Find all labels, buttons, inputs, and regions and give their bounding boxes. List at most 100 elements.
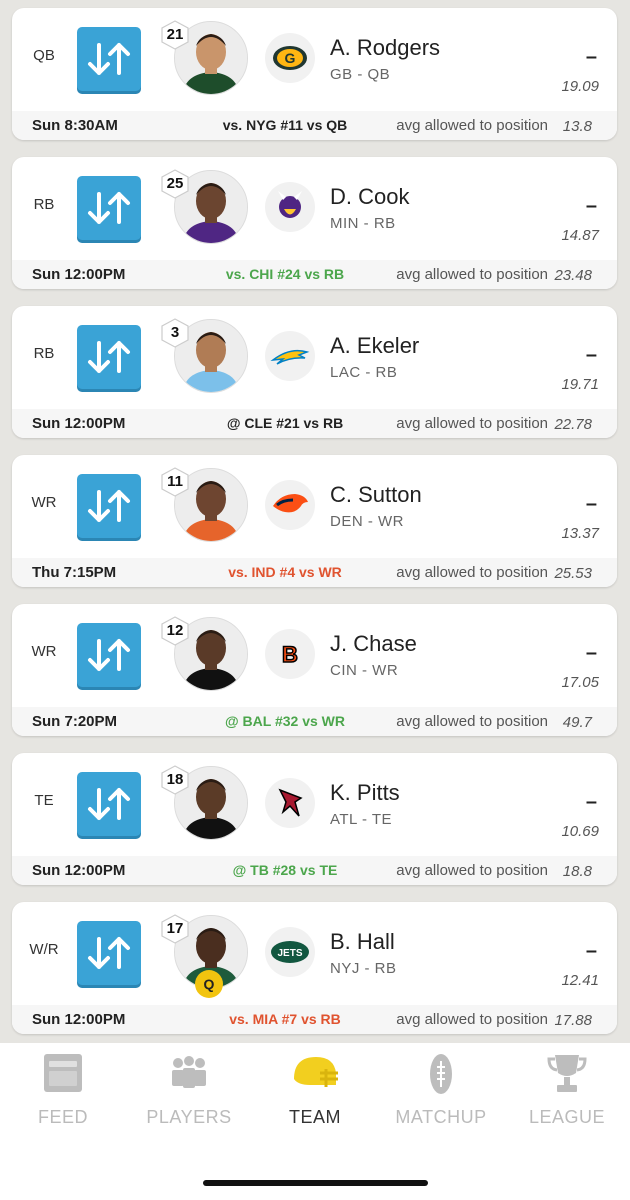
game-time: Sun 7:20PM: [32, 713, 118, 730]
opponent-matchup: vs. MIA #7 vs RB: [229, 1011, 341, 1027]
slot-label: QB: [33, 47, 55, 64]
actual-points: –: [585, 493, 597, 515]
player-card-main: WR 11 C. Sutton DEN - WR – 13.37: [12, 455, 617, 558]
rank-number: 3: [170, 324, 180, 341]
swap-player-button[interactable]: [77, 474, 141, 538]
player-name[interactable]: J. Chase: [330, 631, 417, 657]
matchup-row: Sun 12:00PM @ TB #28 vs TE avg allowed to …: [12, 856, 617, 885]
avg-allowed-value: 18.8: [562, 863, 592, 880]
player-name[interactable]: A. Rodgers: [330, 35, 440, 61]
opponent-matchup: vs. IND #4 vs WR: [228, 564, 342, 580]
player-card[interactable]: WR 11 C. Sutton DEN - WR – 13.37 Thu 7:15PM vs.…: [12, 455, 617, 587]
avg-allowed-label: avg allowed to position: [396, 1011, 548, 1028]
player-name[interactable]: B. Hall: [330, 929, 395, 955]
slot-label: RB: [33, 345, 55, 362]
tab-league[interactable]: LEAGUE: [504, 1043, 630, 1153]
player-card[interactable]: TE 18 K. Pitts ATL - TE – 10.69 Sun 12:00PM @ T…: [12, 753, 617, 885]
rank-number: 11: [167, 473, 183, 490]
slot-label: RB: [33, 196, 55, 213]
avg-allowed-label: avg allowed to position: [396, 117, 548, 134]
player-team-position: ATL - TE: [330, 811, 393, 828]
game-time: Thu 7:15PM: [32, 564, 117, 581]
tab-matchup[interactable]: MATCHUP: [378, 1043, 504, 1153]
actual-points: –: [585, 791, 597, 813]
player-name[interactable]: A. Ekeler: [330, 333, 419, 359]
player-card[interactable]: W/R 17 Q JETS B. Hall NYJ - RB – 12.41 Sun 12:00…: [12, 902, 617, 1034]
projected-points: 14.87: [561, 227, 599, 244]
player-card-main: QB 21 G A. Rodgers GB - QB – 19.09: [12, 8, 617, 111]
avg-allowed-value: 25.53: [554, 565, 592, 582]
game-time: Sun 8:30AM: [32, 117, 118, 134]
vikings-logo-icon: [265, 182, 315, 232]
home-indicator: [203, 1180, 428, 1186]
player-team-position: NYJ - RB: [330, 960, 397, 977]
player-card[interactable]: QB 21 G A. Rodgers GB - QB – 19.09 Sun 8:30AM vs…: [12, 8, 617, 140]
tab-team[interactable]: TEAM: [252, 1043, 378, 1153]
swap-player-button[interactable]: [77, 623, 141, 687]
rank-badge: 21: [160, 20, 190, 50]
projected-points: 12.41: [561, 972, 599, 989]
tab-label: LEAGUE: [528, 1107, 606, 1127]
slot-label: TE: [34, 792, 54, 809]
player-name[interactable]: K. Pitts: [330, 780, 400, 806]
player-team-position: LAC - RB: [330, 364, 398, 381]
player-name[interactable]: C. Sutton: [330, 482, 422, 508]
avg-allowed-value: 23.48: [554, 267, 592, 284]
tab-label: MATCHUP: [395, 1107, 487, 1127]
rank-badge: 25: [160, 169, 190, 199]
player-card-main: W/R 17 Q JETS B. Hall NYJ - RB – 12.41: [12, 902, 617, 1005]
slot-label: W/R: [29, 941, 59, 958]
rank-badge: 17: [160, 914, 190, 944]
injury-status-badge: Q: [195, 970, 223, 998]
projected-points: 19.71: [561, 376, 599, 393]
rank-number: 17: [166, 920, 184, 937]
game-time: Sun 12:00PM: [32, 266, 126, 283]
player-card-main: WR 12 B J. Chase CIN - WR – 17.05: [12, 604, 617, 707]
matchup-row: Sun 8:30AM vs. NYG #11 vs QB avg allowed t…: [12, 111, 617, 140]
matchup-row: Sun 12:00PM vs. MIA #7 vs RB avg allowed t…: [12, 1005, 617, 1034]
player-card[interactable]: WR 12 B J. Chase CIN - WR – 17.05 Sun 7:20PM @ B…: [12, 604, 617, 736]
opponent-matchup: vs. CHI #24 vs RB: [225, 266, 345, 282]
feed-icon: [38, 1051, 88, 1096]
rank-number: 21: [166, 26, 184, 43]
matchup-row: Sun 7:20PM @ BAL #32 vs WR avg allowed to …: [12, 707, 617, 736]
player-team-position: DEN - WR: [330, 513, 404, 530]
player-card-main: RB 3 A. Ekeler LAC - RB – 19.71: [12, 306, 617, 409]
avg-allowed-value: 22.78: [554, 416, 592, 433]
player-team-position: MIN - RB: [330, 215, 396, 232]
rank-badge: 12: [160, 616, 190, 646]
matchup-row: Sun 12:00PM @ CLE #21 vs RB avg allowed to…: [12, 409, 617, 438]
opponent-matchup: @ CLE #21 vs RB: [226, 415, 344, 431]
jets-logo-icon: JETS: [265, 927, 315, 977]
tab-players[interactable]: PLAYERS: [126, 1043, 252, 1153]
trophy-icon: [542, 1051, 592, 1096]
actual-points: –: [585, 195, 597, 217]
players-icon: [164, 1051, 214, 1096]
actual-points: –: [585, 940, 597, 962]
slot-label: WR: [31, 643, 57, 660]
avg-allowed-label: avg allowed to position: [396, 266, 548, 283]
avg-allowed-label: avg allowed to position: [396, 862, 548, 879]
projected-points: 13.37: [561, 525, 599, 542]
rank-badge: 18: [160, 765, 190, 795]
rank-number: 12: [166, 622, 184, 639]
swap-player-button[interactable]: [77, 325, 141, 389]
swap-player-button[interactable]: [77, 921, 141, 985]
broncos-logo-icon: [265, 480, 315, 530]
player-card[interactable]: RB 25 D. Cook MIN - RB – 14.87 Sun 12:00PM vs. …: [12, 157, 617, 289]
player-team-position: GB - QB: [330, 66, 391, 83]
actual-points: –: [585, 344, 597, 366]
tab-feed[interactable]: FEED: [0, 1043, 126, 1153]
projected-points: 10.69: [561, 823, 599, 840]
bottom-tab-bar: FEED PLAYERS TEAM MATCHUP LEAGUE: [0, 1043, 630, 1200]
swap-player-button[interactable]: [77, 176, 141, 240]
player-name[interactable]: D. Cook: [330, 184, 409, 210]
swap-player-button[interactable]: [77, 772, 141, 836]
matchup-row: Sun 12:00PM vs. CHI #24 vs RB avg allowed …: [12, 260, 617, 289]
rank-badge: 3: [160, 318, 190, 348]
chargers-logo-icon: [265, 331, 315, 381]
tab-label: FEED: [37, 1107, 88, 1127]
swap-player-button[interactable]: [77, 27, 141, 91]
avg-allowed-value: 49.7: [562, 714, 592, 731]
player-card[interactable]: RB 3 A. Ekeler LAC - RB – 19.71 Sun 12:00PM @ C…: [12, 306, 617, 438]
